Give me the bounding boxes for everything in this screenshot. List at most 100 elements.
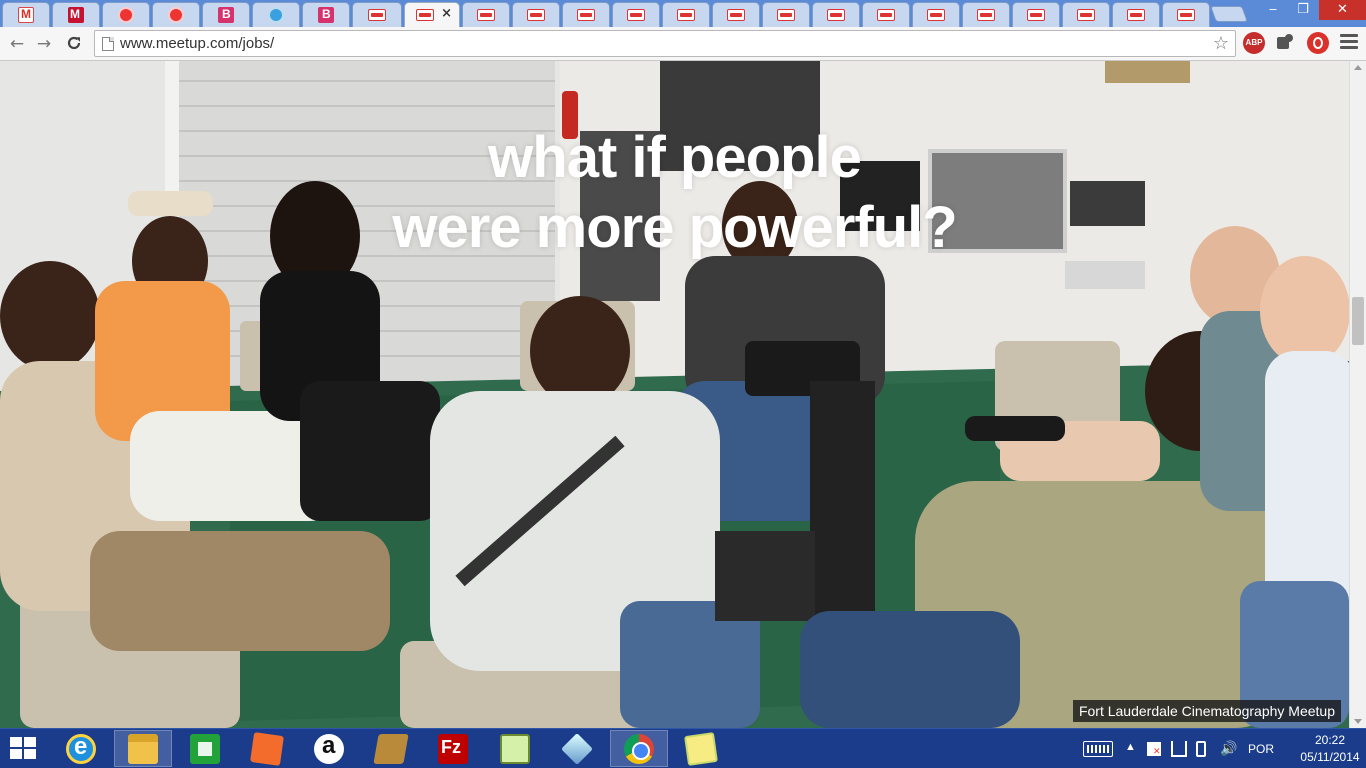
taskbar-windows-store[interactable] xyxy=(176,730,234,767)
taskbar-sticky-notes[interactable] xyxy=(672,730,730,767)
tab-meetup[interactable] xyxy=(712,2,760,27)
network-icon[interactable] xyxy=(1171,741,1187,757)
cube-icon xyxy=(561,732,593,765)
meetup-icon xyxy=(368,9,386,21)
chrome-icon xyxy=(624,733,654,764)
tab-meetup-m[interactable] xyxy=(52,2,100,27)
tab-meetup[interactable] xyxy=(762,2,810,27)
photo-caption[interactable]: Fort Lauderdale Cinematography Meetup xyxy=(1072,700,1341,722)
tab-meetup[interactable] xyxy=(1112,2,1160,27)
forward-icon[interactable]: → xyxy=(34,34,54,54)
meetup-icon xyxy=(927,9,945,21)
file-explorer-icon xyxy=(128,733,158,764)
tab-meetup[interactable] xyxy=(962,2,1010,27)
page-icon xyxy=(102,37,114,51)
tab-meetup[interactable] xyxy=(352,2,402,27)
red-circle-icon xyxy=(168,7,184,23)
paint-icon xyxy=(250,731,284,766)
scroll-thumb[interactable] xyxy=(1352,297,1364,345)
b-icon xyxy=(218,7,234,23)
meetup-icon xyxy=(977,9,995,21)
show-hidden-icons-icon[interactable]: ▲ xyxy=(1125,741,1136,753)
new-tab-button[interactable] xyxy=(1210,6,1248,22)
meetup-m-icon xyxy=(68,7,84,23)
input-language[interactable]: POR xyxy=(1248,742,1274,756)
tab-meetup[interactable] xyxy=(1012,2,1060,27)
notepad-plus-icon xyxy=(500,733,530,764)
meetup-icon xyxy=(627,9,645,21)
chrome-menu-icon[interactable] xyxy=(1340,34,1358,52)
tab-red-circle-2[interactable] xyxy=(152,2,200,27)
windows-start-icon[interactable] xyxy=(10,737,38,761)
amazon-icon xyxy=(314,732,344,764)
taskbar-3d-cube-app[interactable] xyxy=(548,730,606,767)
bookmark-star-icon[interactable]: ☆ xyxy=(1213,33,1229,54)
close-tab-icon[interactable]: × xyxy=(441,6,452,21)
extension-puzzle-icon[interactable] xyxy=(1274,32,1296,54)
scroll-up-icon[interactable] xyxy=(1354,65,1362,70)
tab-meetup[interactable] xyxy=(562,2,610,27)
address-bar[interactable]: www.meetup.com/jobs/ ☆ xyxy=(94,30,1236,57)
internet-explorer-icon xyxy=(66,733,96,764)
media-app-icon xyxy=(373,733,409,764)
taskbar-paint[interactable] xyxy=(238,730,296,767)
tab-gmail[interactable] xyxy=(2,2,50,27)
gmail-icon xyxy=(18,7,34,23)
close-window-button[interactable]: ✕ xyxy=(1319,0,1366,20)
meetup-icon xyxy=(677,9,695,21)
power-extension-icon[interactable] xyxy=(1307,32,1329,54)
clock-time[interactable]: 20:22 xyxy=(1302,733,1358,747)
headline-line-2: were more powerful? xyxy=(392,195,957,260)
volume-icon[interactable]: 🔊 xyxy=(1220,740,1237,757)
b-icon xyxy=(318,7,334,23)
taskbar-filezilla[interactable] xyxy=(424,730,482,767)
scroll-down-icon[interactable] xyxy=(1354,719,1362,724)
vertical-scrollbar[interactable] xyxy=(1349,61,1366,728)
tab-globe[interactable] xyxy=(252,2,300,27)
red-circle-icon xyxy=(118,7,134,23)
meetup-icon xyxy=(577,9,595,21)
meetup-icon xyxy=(416,9,434,21)
tab-meetup[interactable] xyxy=(1062,2,1110,27)
tab-meetup[interactable] xyxy=(612,2,660,27)
taskbar-amazon[interactable] xyxy=(300,730,358,767)
tab-b-1[interactable] xyxy=(202,2,250,27)
tab-b-2[interactable] xyxy=(302,2,350,27)
meetup-icon xyxy=(727,9,745,21)
tab-meetup[interactable] xyxy=(662,2,710,27)
taskbar-file-explorer[interactable] xyxy=(114,730,172,767)
battery-icon[interactable] xyxy=(1196,741,1206,757)
taskbar-media-app[interactable] xyxy=(362,730,420,767)
tab-meetup[interactable] xyxy=(912,2,960,27)
adblock-plus-icon[interactable]: ABP xyxy=(1243,32,1265,54)
page-content: what if people were more powerful? Fort … xyxy=(0,61,1349,728)
tab-meetup[interactable] xyxy=(862,2,910,27)
taskbar-chrome[interactable] xyxy=(610,730,668,767)
tab-meetup[interactable] xyxy=(462,2,510,27)
tab-meetup[interactable] xyxy=(1162,2,1210,27)
meetup-icon xyxy=(1127,9,1145,21)
filezilla-icon xyxy=(438,733,468,764)
tab-meetup[interactable] xyxy=(812,2,860,27)
tab-red-circle-1[interactable] xyxy=(102,2,150,27)
windows-store-icon xyxy=(190,733,220,764)
taskbar-internet-explorer[interactable] xyxy=(52,730,110,767)
action-center-flag-icon[interactable] xyxy=(1147,742,1161,757)
url-text[interactable]: www.meetup.com/jobs/ xyxy=(120,35,274,52)
minimize-button[interactable]: ‒ xyxy=(1259,0,1287,20)
hero-headline: what if people were more powerful? xyxy=(0,123,1349,263)
taskbar-notepad-plus[interactable] xyxy=(486,730,544,767)
globe-icon xyxy=(268,7,284,23)
clock-date[interactable]: 05/11/2014 xyxy=(1297,750,1363,764)
meetup-icon xyxy=(777,9,795,21)
tab-meetup[interactable] xyxy=(512,2,560,27)
meetup-icon xyxy=(1177,9,1195,21)
tab-active-meetup-jobs[interactable]: × xyxy=(404,2,460,27)
back-icon[interactable]: ← xyxy=(7,34,27,54)
reload-icon[interactable] xyxy=(64,34,84,54)
windows-taskbar: ▲ 🔊 POR 20:22 05/11/2014 xyxy=(0,728,1366,768)
browser-toolbar: ← → www.meetup.com/jobs/ ☆ ABP xyxy=(0,27,1366,61)
touch-keyboard-icon[interactable] xyxy=(1083,741,1113,757)
maximize-button[interactable]: ❐ xyxy=(1289,0,1317,20)
meetup-icon xyxy=(527,9,545,21)
